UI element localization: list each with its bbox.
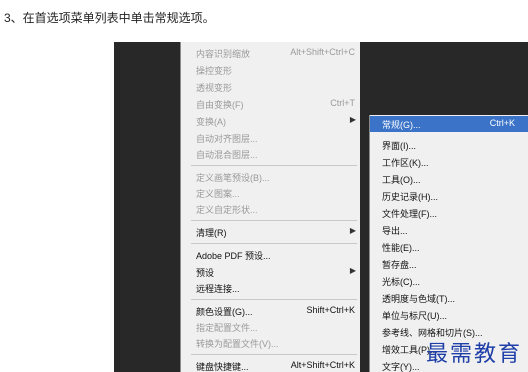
submenu-item-tools[interactable]: 工具(O)... bbox=[370, 171, 528, 187]
submenu-arrow-icon: ▶ bbox=[349, 226, 356, 235]
submenu-item-cursors[interactable]: 光标(C)... bbox=[370, 273, 528, 289]
submenu-item-file-handling[interactable]: 文件处理(F)... bbox=[370, 205, 528, 221]
menu-item-auto-blend-layers[interactable]: 自动混合图层... bbox=[181, 146, 361, 162]
watermark-logo: 最需教育 bbox=[425, 342, 522, 367]
menu-separator bbox=[191, 299, 357, 300]
menu-item-color-settings[interactable]: 颜色设置(G)... Shift+Ctrl+K bbox=[181, 303, 361, 319]
menu-item-convert-to-profile[interactable]: 转换为配置文件(V)... bbox=[181, 335, 361, 351]
menu-separator bbox=[191, 165, 357, 166]
menu-item-define-custom-shape[interactable]: 定义自定形状... bbox=[181, 201, 361, 217]
menu-item-adobe-pdf-presets[interactable]: Adobe PDF 预设... bbox=[181, 247, 361, 263]
menu-item-assign-profile[interactable]: 指定配置文件... bbox=[181, 319, 361, 335]
submenu-item-interface[interactable]: 界面(I)... bbox=[370, 137, 528, 153]
menu-separator bbox=[191, 243, 357, 244]
submenu-arrow-icon: ▶ bbox=[349, 266, 356, 275]
submenu-item-scratch-disks[interactable]: 暂存盘... bbox=[370, 256, 528, 272]
menu-item-keyboard-shortcuts[interactable]: 键盘快捷键... Alt+Shift+Ctrl+K bbox=[181, 358, 361, 372]
preferences-submenu: 常规(G)... Ctrl+K 界面(I)... 工作区(K)... 工具(O)… bbox=[369, 115, 528, 372]
menu-item-content-aware-scale[interactable]: 内容识别缩放 Alt+Shift+Ctrl+C bbox=[181, 45, 361, 61]
menu-item-define-brush[interactable]: 定义画笔预设(B)... bbox=[181, 169, 361, 185]
submenu-item-history-log[interactable]: 历史记录(H)... bbox=[370, 188, 528, 204]
menu-item-purge[interactable]: 清理(R) ▶ bbox=[181, 224, 361, 240]
menu-separator bbox=[191, 220, 357, 221]
submenu-item-workspace[interactable]: 工作区(K)... bbox=[370, 154, 528, 170]
menu-item-perspective-warp[interactable]: 透视变形 bbox=[181, 79, 361, 95]
menu-item-transform[interactable]: 变换(A) ▶ bbox=[181, 113, 361, 129]
menu-item-remote-connections[interactable]: 远程连接... bbox=[181, 280, 361, 296]
submenu-item-units-rulers[interactable]: 单位与标尺(U)... bbox=[370, 307, 528, 323]
menu-item-puppet-warp[interactable]: 操控变形 bbox=[181, 62, 361, 78]
submenu-item-general[interactable]: 常规(G)... Ctrl+K bbox=[370, 116, 528, 132]
menu-item-presets[interactable]: 预设 ▶ bbox=[181, 264, 361, 280]
menu-separator bbox=[191, 354, 357, 355]
menu-item-free-transform[interactable]: 自由变换(F) Ctrl+T bbox=[181, 96, 361, 112]
submenu-item-transparency-gamut[interactable]: 透明度与色域(T)... bbox=[370, 290, 528, 306]
edit-menu: 内容识别缩放 Alt+Shift+Ctrl+C 操控变形 透视变形 自由变换(F… bbox=[180, 42, 360, 372]
menu-item-define-pattern[interactable]: 定义图案... bbox=[181, 185, 361, 201]
menu-item-auto-align-layers[interactable]: 自动对齐图层... bbox=[181, 130, 361, 146]
instruction-caption: 3、在首选项菜单列表中单击常规选项。 bbox=[4, 11, 215, 25]
submenu-arrow-icon: ▶ bbox=[349, 115, 356, 124]
photoshop-screenshot: 内容识别缩放 Alt+Shift+Ctrl+C 操控变形 透视变形 自由变换(F… bbox=[114, 42, 528, 372]
submenu-item-performance[interactable]: 性能(E)... bbox=[370, 239, 528, 255]
submenu-item-export[interactable]: 导出... bbox=[370, 222, 528, 238]
